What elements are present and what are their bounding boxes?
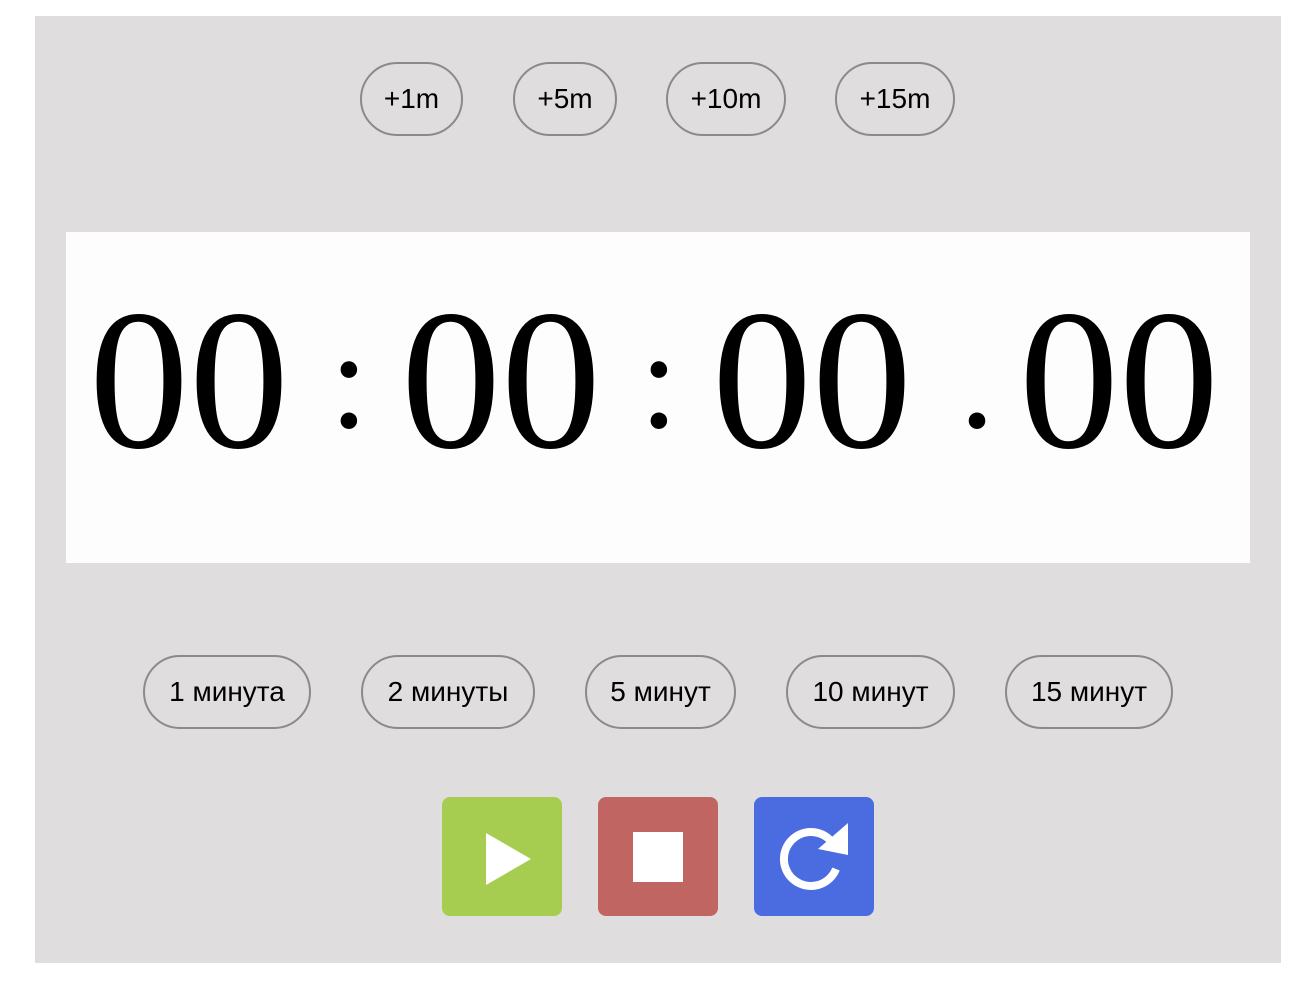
preset-1-minute-button[interactable]: 1 минута [143,655,311,729]
seconds-hundredths-separator: . [959,303,995,458]
add-1m-button[interactable]: +1m [360,62,463,136]
hundredths-digits: 00 [1019,270,1219,491]
time-display: 00 : 00 : 00 . 00 [66,232,1250,563]
minutes-digits: 00 [401,270,601,491]
preset-2-minutes-button[interactable]: 2 минуты [361,655,535,729]
seconds-digits: 00 [712,270,912,491]
stop-icon [633,832,683,882]
preset-15-minutes-button[interactable]: 15 минут [1005,655,1173,729]
hours-minutes-separator: : [329,303,369,458]
add-10m-button[interactable]: +10m [666,62,786,136]
stop-button[interactable] [598,797,718,916]
preset-5-minutes-button[interactable]: 5 минут [585,655,736,729]
minutes-seconds-separator: : [639,303,679,458]
play-button[interactable] [442,797,562,916]
preset-10-minutes-button[interactable]: 10 минут [786,655,955,729]
add-5m-button[interactable]: +5m [513,62,617,136]
reset-button[interactable] [754,797,874,916]
refresh-icon [780,823,848,890]
hours-digits: 00 [89,270,289,491]
play-icon [486,833,531,885]
timer-panel: +1m +5m +10m +15m 00 : 00 : 00 . 00 1 ми… [35,16,1281,963]
add-15m-button[interactable]: +15m [835,62,955,136]
